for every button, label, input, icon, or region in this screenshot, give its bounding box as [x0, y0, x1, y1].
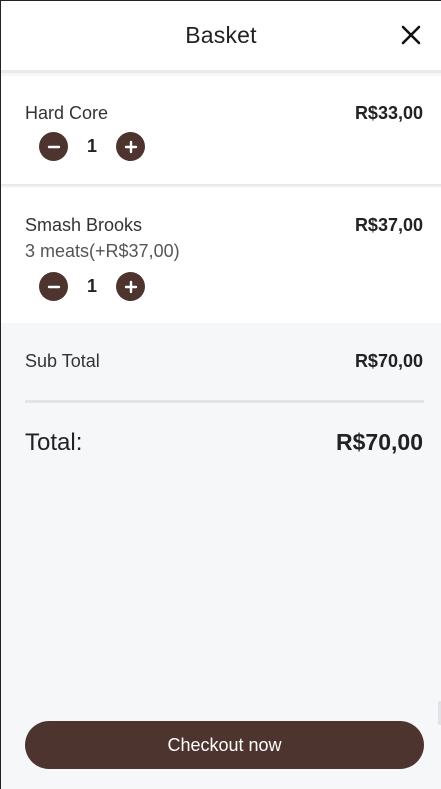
- summary-divider: [25, 400, 424, 403]
- total-value: R$70,00: [336, 429, 423, 455]
- item-name: Hard Core: [25, 103, 109, 123]
- basket-header: Basket: [1, 1, 441, 73]
- quantity-value: 1: [86, 136, 97, 156]
- basket-item: Smash Brooks R$37,00 3 meats(+R$37,00) 1: [1, 188, 441, 323]
- basket-panel: Basket Hard Core R$33,00 1 Smash Brooks: [0, 0, 441, 789]
- item-option: 3 meats(+R$37,00): [25, 241, 180, 261]
- increase-quantity-button[interactable]: [116, 272, 145, 301]
- total-label: Total:: [25, 429, 83, 456]
- item-price: R$37,00: [354, 215, 423, 235]
- plus-icon: [124, 280, 137, 293]
- decrease-quantity-button[interactable]: [39, 272, 68, 301]
- subtotal-value: R$70,00: [354, 351, 423, 371]
- minus-icon: [47, 285, 60, 288]
- plus-icon: [124, 140, 137, 153]
- minus-icon: [47, 145, 60, 148]
- quantity-stepper: 1: [39, 272, 145, 301]
- subtotal-label: Sub Total: [25, 351, 100, 371]
- decrease-quantity-button[interactable]: [39, 132, 68, 161]
- item-name: Smash Brooks: [25, 215, 143, 235]
- close-icon[interactable]: [399, 23, 423, 47]
- basket-item: Hard Core R$33,00 1: [1, 76, 441, 186]
- checkout-button[interactable]: Checkout now: [25, 721, 424, 769]
- page-title: Basket: [185, 22, 257, 48]
- quantity-value: 1: [86, 276, 97, 296]
- quantity-stepper: 1: [39, 132, 145, 161]
- item-price: R$33,00: [354, 103, 423, 123]
- increase-quantity-button[interactable]: [116, 132, 145, 161]
